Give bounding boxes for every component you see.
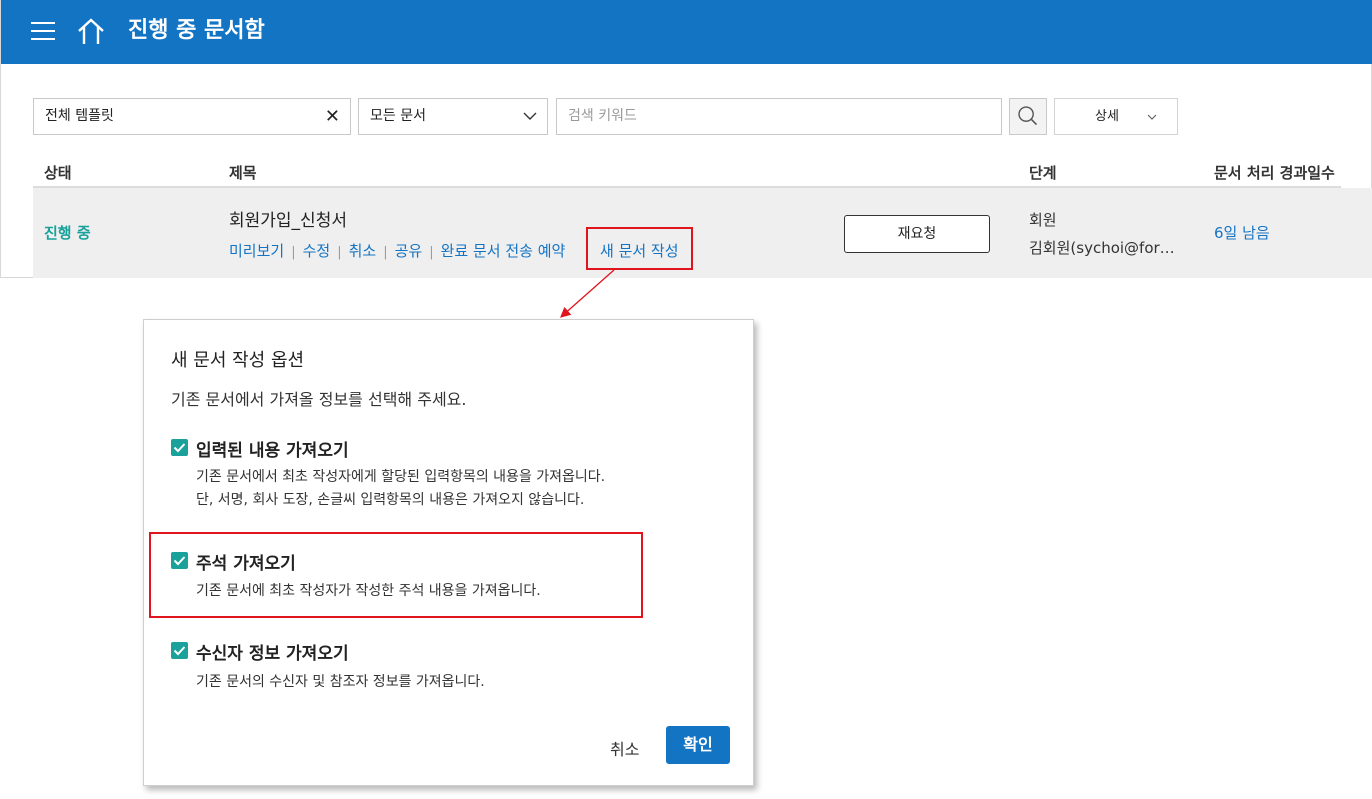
column-header-status: 상태 <box>44 164 72 182</box>
divider: | <box>429 245 434 260</box>
option-label-content[interactable]: 입력된 내용 가져오기 <box>196 436 349 461</box>
table-row[interactable] <box>33 188 1372 278</box>
detail-label: 상세 <box>1095 109 1119 124</box>
divider: | <box>383 245 388 260</box>
template-select-value: 전체 템플릿 <box>45 108 114 124</box>
option-label-annotations[interactable]: 주석 가져오기 <box>196 549 296 574</box>
divider: | <box>291 245 296 260</box>
check-icon <box>173 556 186 566</box>
days-left: 6일 남음 <box>1214 224 1270 242</box>
edit-link[interactable]: 수정 <box>303 242 331 260</box>
step-name: 회원 <box>1029 211 1057 229</box>
confirm-button[interactable]: 확인 <box>666 726 730 764</box>
clear-icon[interactable]: ✕ <box>325 99 340 134</box>
step-user: 김회원(sychoi@for… <box>1029 239 1175 257</box>
new-document-link[interactable]: 새 문서 작성 <box>600 240 679 261</box>
column-header-title: 제목 <box>229 164 257 182</box>
chevron-down-icon <box>1147 114 1157 120</box>
column-header-step: 단계 <box>1029 164 1057 182</box>
divider: | <box>337 245 342 260</box>
template-select[interactable]: 전체 템플릿 ✕ <box>33 98 351 135</box>
check-icon <box>173 443 186 453</box>
option-desc-line: 기존 문서의 수신자 및 참조자 정보를 가져옵니다. <box>196 674 485 690</box>
option-desc-line: 기존 문서에서 최초 작성자에게 할당된 입력항목의 내용을 가져옵니다. <box>196 469 606 485</box>
search-input[interactable]: 검색 키워드 <box>556 98 1002 135</box>
option-checkbox-recipients[interactable] <box>171 642 188 659</box>
search-button[interactable] <box>1009 98 1047 135</box>
option-desc-content: 기존 문서에서 최초 작성자에게 할당된 입력항목의 내용을 가져옵니다. 단,… <box>196 466 605 512</box>
option-desc-annotations: 기존 문서에 최초 작성자가 작성한 주석 내용을 가져옵니다. <box>196 580 541 603</box>
search-placeholder: 검색 키워드 <box>568 108 637 124</box>
new-document-options-dialog: 새 문서 작성 옵션 기존 문서에서 가져올 정보를 선택해 주세요. 입력된 … <box>143 319 754 786</box>
option-highlight <box>149 532 643 618</box>
cancel-button[interactable]: 취소 <box>610 736 639 760</box>
row-actions: 미리보기 | 수정 | 취소 | 공유 | 완료 문서 전송 예약 <box>229 240 565 261</box>
column-header-days: 문서 처리 경과일수 <box>1214 164 1335 182</box>
option-checkbox-annotations[interactable] <box>171 552 188 569</box>
dialog-description: 기존 문서에서 가져올 정보를 선택해 주세요. <box>171 390 467 409</box>
document-app: 진행 중 문서함 전체 템플릿 ✕ 모든 문서 검색 키워드 상세 상태 제목 … <box>0 0 1372 278</box>
page-title: 진행 중 문서함 <box>128 18 265 43</box>
preview-link[interactable]: 미리보기 <box>229 242 284 260</box>
status-badge: 진행 중 <box>44 224 91 242</box>
document-type-value: 모든 문서 <box>370 108 426 124</box>
home-icon[interactable] <box>76 17 106 47</box>
cancel-link[interactable]: 취소 <box>349 242 377 260</box>
option-desc-line: 단, 서명, 회사 도장, 손글씨 입력항목의 내용은 가져오지 않습니다. <box>196 492 585 508</box>
share-link[interactable]: 공유 <box>395 242 423 260</box>
menu-icon[interactable] <box>31 22 55 42</box>
option-checkbox-content[interactable] <box>171 439 188 456</box>
document-type-select[interactable]: 모든 문서 <box>358 98 548 135</box>
option-desc-recipients: 기존 문서의 수신자 및 참조자 정보를 가져옵니다. <box>196 671 485 694</box>
option-desc-line: 기존 문서에 최초 작성자가 작성한 주석 내용을 가져옵니다. <box>196 583 541 599</box>
check-icon <box>173 646 186 656</box>
document-title[interactable]: 회원가입_신청서 <box>229 206 347 231</box>
detail-button[interactable]: 상세 <box>1054 98 1178 135</box>
top-bar: 진행 중 문서함 <box>1 0 1372 64</box>
rerequest-button[interactable]: 재요청 <box>844 215 990 253</box>
dialog-title: 새 문서 작성 옵션 <box>171 350 305 371</box>
schedule-send-link[interactable]: 완료 문서 전송 예약 <box>441 242 566 260</box>
option-label-recipients[interactable]: 수신자 정보 가져오기 <box>196 639 349 664</box>
search-icon <box>1018 106 1038 126</box>
chevron-down-icon <box>523 112 537 120</box>
